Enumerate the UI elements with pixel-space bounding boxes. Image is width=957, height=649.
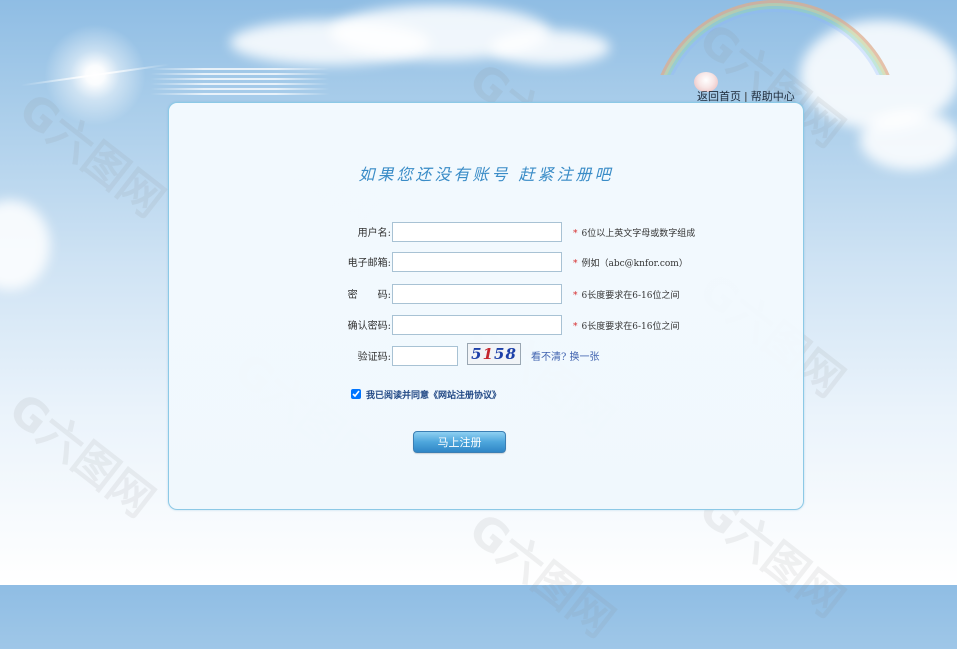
watermark: G六图网 — [459, 503, 624, 648]
agreement[interactable]: 我已阅读并同意《网站注册协议》 — [351, 389, 501, 403]
required-mark: * — [573, 229, 578, 239]
cloud — [860, 110, 957, 170]
form-title: 如果您还没有账号 赶紧注册吧 — [358, 165, 614, 184]
required-mark: * — [573, 322, 578, 332]
refresh-captcha-link[interactable]: 看不清? 换一张 — [531, 346, 600, 370]
cloud — [490, 30, 610, 65]
password-label: 密 码: — [347, 290, 391, 301]
username-label: 用户名: — [357, 228, 391, 239]
password-row: 密 码: * 6长度要求在6-16位之间 — [169, 284, 803, 308]
light-streaks — [150, 68, 330, 96]
agreement-text: 我已阅读并同意《网站注册协议》 — [366, 391, 502, 401]
username-hint: * 6位以上英文字母或数字组成 — [573, 222, 695, 246]
register-button[interactable]: 马上注册 — [413, 431, 506, 453]
password-input[interactable] — [392, 284, 562, 304]
email-input[interactable] — [392, 252, 562, 272]
password-hint: * 6长度要求在6-16位之间 — [573, 284, 679, 308]
required-mark: * — [573, 259, 578, 269]
registration-panel: 如果您还没有账号 赶紧注册吧 用户名: * 6位以上英文字母或数字组成 电子邮箱:… — [168, 102, 804, 510]
username-hint-text: 6位以上英文字母或数字组成 — [581, 229, 696, 239]
cloud — [0, 200, 50, 290]
captcha-image[interactable]: 5158 — [467, 343, 521, 365]
confirm-password-row: 确认密码: * 6长度要求在6-16位之间 — [169, 315, 803, 339]
captcha-char: 5 — [471, 345, 483, 363]
captcha-char: 5 — [494, 345, 506, 363]
confirm-password-input[interactable] — [392, 315, 562, 335]
captcha-char: 8 — [505, 345, 517, 363]
captcha-row: 验证码: 5158 看不清? 换一张 — [169, 343, 803, 370]
confirm-password-hint-text: 6长度要求在6-16位之间 — [581, 322, 680, 332]
email-row: 电子邮箱: * 例如（abc@knfor.com） — [169, 252, 803, 276]
email-hint-text: 例如（abc@knfor.com） — [581, 259, 688, 269]
required-mark: * — [573, 291, 578, 301]
confirm-password-label: 确认密码: — [347, 321, 391, 332]
username-row: 用户名: * 6位以上英文字母或数字组成 — [169, 222, 803, 246]
email-label: 电子邮箱: — [347, 258, 391, 269]
agreement-checkbox[interactable] — [351, 389, 361, 399]
username-input[interactable] — [392, 222, 562, 242]
confirm-password-hint: * 6长度要求在6-16位之间 — [573, 315, 679, 339]
email-hint: * 例如（abc@knfor.com） — [573, 252, 688, 276]
captcha-char: 1 — [482, 345, 494, 363]
password-hint-text: 6长度要求在6-16位之间 — [581, 291, 680, 301]
captcha-input[interactable] — [392, 346, 458, 366]
watermark: G六图网 — [0, 383, 164, 528]
captcha-label: 验证码: — [357, 352, 391, 363]
